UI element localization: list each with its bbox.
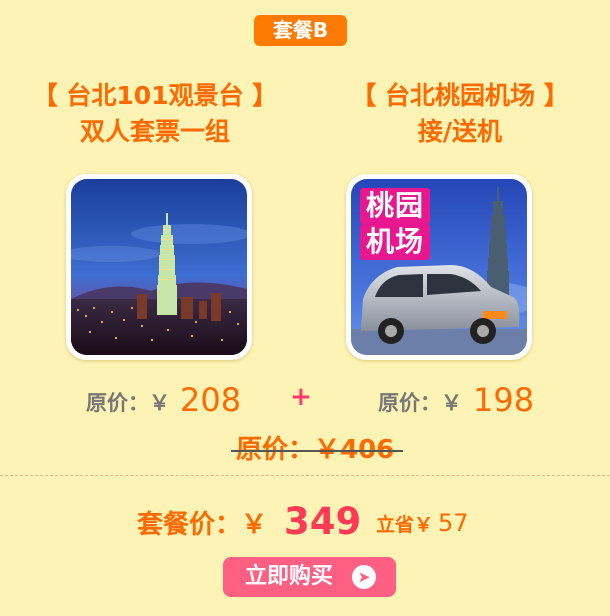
airport-tag-line2: 机场 — [360, 224, 431, 260]
item-title-line2: 双人套票一组 — [79, 117, 230, 146]
package-badge: 套餐B — [254, 15, 347, 46]
buy-now-label: 立即购买 — [245, 564, 334, 589]
savings-label: 立省￥ — [376, 514, 434, 536]
plus-sign: + — [290, 382, 312, 412]
strikethrough-line — [231, 450, 403, 452]
item-price-label: 原价：￥ — [378, 391, 462, 415]
package-price-label: 套餐价：￥ — [137, 510, 268, 540]
item-title-taipei101: 【 台北101观景台 】 双人套票一组 — [0, 78, 310, 150]
package-price: 349 — [284, 500, 362, 543]
item-title-airport: 【 台北桃园机场 】 接/送机 — [305, 78, 610, 150]
savings-amount: 57 — [438, 509, 469, 537]
dashed-divider — [0, 475, 610, 476]
airport-transfer-photo: 桃园 机场 — [346, 174, 532, 360]
buy-now-button[interactable]: 立即购买 ➤ — [223, 557, 396, 597]
taipei101-night-image — [71, 179, 247, 355]
item-price-label: 原价：￥ — [86, 391, 170, 415]
airport-tag-line1: 桃园 — [360, 188, 431, 224]
item-price-airport: 198 — [473, 381, 535, 419]
taipei101-photo — [66, 174, 252, 360]
item-title-line1: 【 台北桃园机场 】 — [351, 81, 569, 110]
original-total-price: 原价：￥406 — [231, 433, 403, 467]
item-price-taipei101: 208 — [180, 381, 242, 419]
airport-image-tag: 桃园 机场 — [360, 188, 431, 260]
item-title-line1: 【 台北101观景台 】 — [32, 81, 278, 110]
chevron-right-icon: ➤ — [352, 565, 376, 589]
item-title-line2: 接/送机 — [417, 117, 503, 146]
